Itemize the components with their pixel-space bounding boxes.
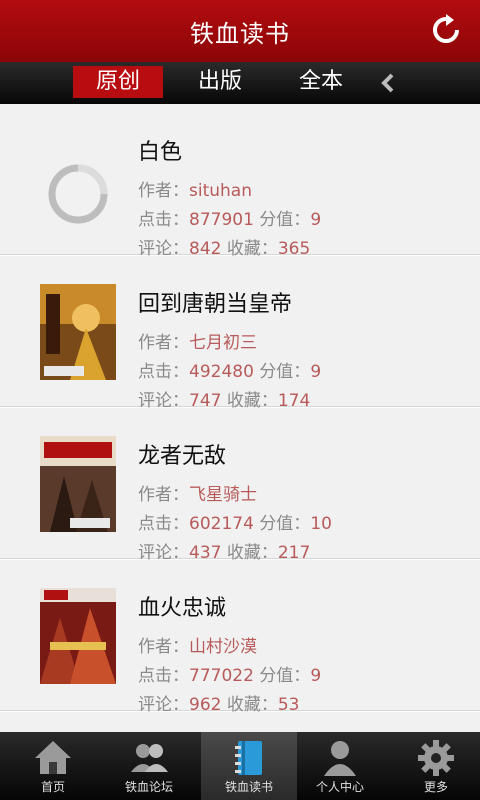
favorites-value: 53	[277, 695, 300, 715]
refresh-icon[interactable]	[430, 14, 462, 46]
score-value: 9	[310, 362, 322, 382]
list-item[interactable]: 龙者无敌 作者：飞星骑士 点击：602174 分值：10 评论：437 收藏：2…	[0, 408, 480, 563]
author-value: 山村沙漠	[189, 637, 257, 657]
nav-home[interactable]: 首页	[5, 732, 101, 800]
book-cover-image	[40, 284, 116, 380]
loading-spinner-icon	[48, 164, 108, 224]
book-title: 血火忠诚	[138, 596, 227, 621]
social-row: 评论：962 收藏：53	[138, 690, 300, 715]
tab-original[interactable]: 原创	[73, 66, 163, 98]
score-label: 分值：	[259, 666, 311, 686]
author-row: 作者：飞星骑士	[138, 480, 257, 505]
bottom-nav: 首页 铁血论坛 铁血读书 个人中心 更多	[0, 732, 480, 800]
comments-value: 962	[189, 695, 222, 715]
clicks-label: 点击：	[138, 210, 189, 230]
comments-label: 评论：	[138, 695, 189, 715]
score-value: 10	[310, 514, 332, 534]
clicks-value: 602174	[189, 514, 254, 534]
stats-row: 点击：492480 分值：9	[138, 357, 321, 382]
score-label: 分值：	[259, 362, 311, 382]
score-label: 分值：	[259, 514, 311, 534]
score-label: 分值：	[259, 210, 311, 230]
favorites-label: 收藏：	[226, 695, 278, 715]
tab-complete[interactable]: 全本	[276, 66, 366, 98]
category-tabs: 原创 出版 全本	[0, 62, 480, 104]
stats-row: 点击：777022 分值：9	[138, 661, 321, 686]
app-title: 铁血读书	[190, 20, 290, 48]
nav-profile[interactable]: 个人中心	[292, 732, 388, 800]
score-value: 9	[310, 210, 322, 230]
gear-icon	[418, 740, 454, 776]
nav-label: 更多	[423, 780, 448, 794]
nav-label: 个人中心	[315, 780, 364, 794]
stats-row: 点击：877901 分值：9	[138, 205, 321, 230]
author-value: 飞星骑士	[189, 485, 257, 505]
clicks-value: 877901	[189, 210, 254, 230]
clicks-label: 点击：	[138, 514, 189, 534]
tab-published[interactable]: 出版	[175, 66, 265, 98]
app-header: 铁血读书	[0, 0, 480, 62]
list-item[interactable]: 白色 作者：situhan 点击：877901 分值：9 评论：842 收藏：3…	[0, 104, 480, 259]
list-item[interactable]: 回到唐朝当皇帝 作者：七月初三 点击：492480 分值：9 评论：747 收藏…	[0, 256, 480, 411]
author-value: situhan	[189, 181, 252, 201]
book-title: 龙者无敌	[138, 444, 227, 469]
author-label: 作者：	[138, 485, 189, 505]
home-icon	[35, 741, 71, 774]
nav-label: 铁血读书	[224, 780, 273, 794]
book-list: 白色 作者：situhan 点击：877901 分值：9 评论：842 收藏：3…	[0, 104, 480, 736]
person-icon	[324, 741, 356, 776]
nav-label: 铁血论坛	[124, 780, 173, 794]
clicks-label: 点击：	[138, 362, 189, 382]
forum-icon	[131, 744, 168, 772]
clicks-label: 点击：	[138, 666, 189, 686]
book-title: 回到唐朝当皇帝	[138, 292, 293, 317]
nav-more[interactable]: 更多	[388, 732, 480, 800]
book-title: 白色	[138, 140, 183, 165]
chevron-left-icon[interactable]	[378, 72, 400, 94]
list-item[interactable]: 血火忠诚 作者：山村沙漠 点击：777022 分值：9 评论：962 收藏：53	[0, 560, 480, 715]
author-row: 作者：situhan	[138, 176, 252, 201]
clicks-value: 492480	[189, 362, 254, 382]
nav-reading[interactable]: 铁血读书	[201, 732, 297, 800]
author-row: 作者：山村沙漠	[138, 632, 257, 657]
book-cover-image	[40, 436, 116, 532]
clicks-value: 777022	[189, 666, 254, 686]
nav-forum[interactable]: 铁血论坛	[101, 732, 197, 800]
author-label: 作者：	[138, 181, 189, 201]
stats-row: 点击：602174 分值：10	[138, 509, 332, 534]
author-label: 作者：	[138, 637, 189, 657]
score-value: 9	[310, 666, 322, 686]
author-label: 作者：	[138, 333, 189, 353]
nav-label: 首页	[40, 780, 65, 794]
book-cover-image	[40, 588, 116, 684]
author-row: 作者：七月初三	[138, 328, 257, 353]
notebook-icon	[235, 741, 262, 775]
author-value: 七月初三	[189, 333, 257, 353]
